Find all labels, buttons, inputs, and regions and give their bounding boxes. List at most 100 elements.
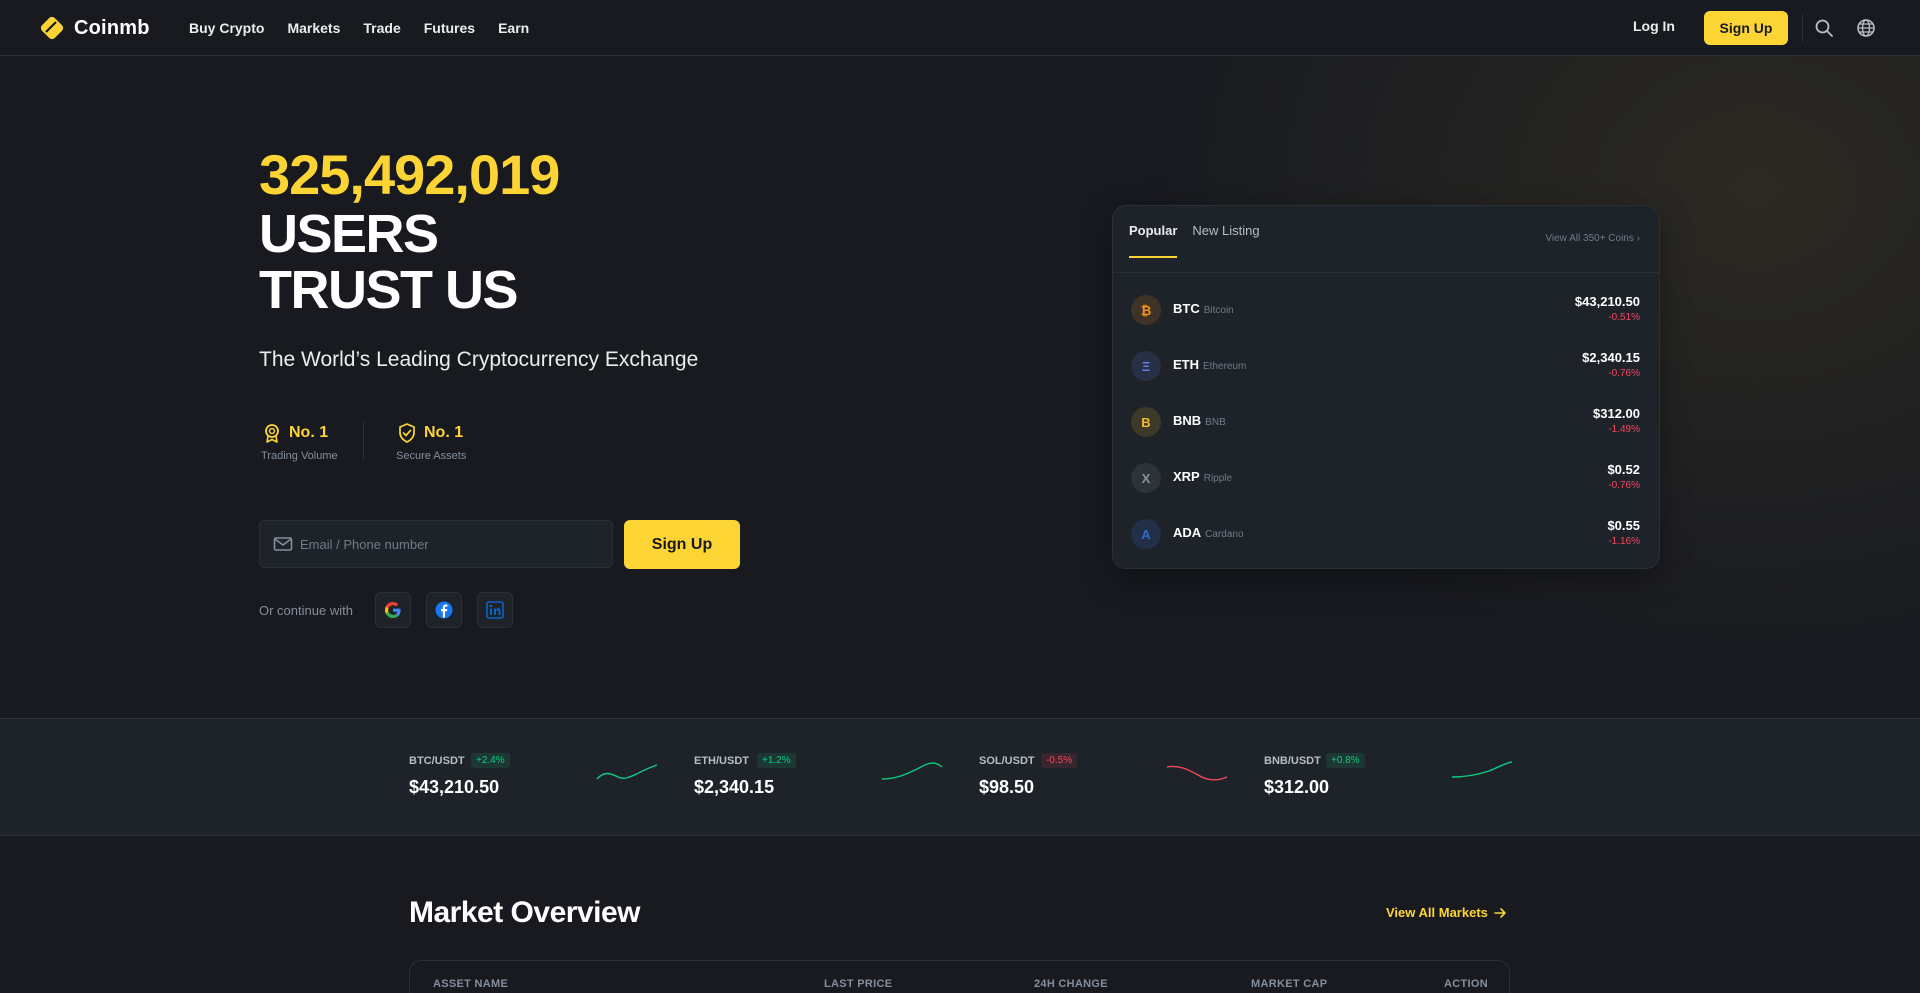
nav-links: Buy Crypto Markets Trade Futures Earn <box>189 0 552 56</box>
coin-name: Ethereum <box>1203 361 1247 372</box>
coin-change: -1.16% <box>1608 536 1640 547</box>
cardano-icon: A <box>1131 519 1161 549</box>
mail-icon <box>272 533 294 555</box>
ticker-price: $2,340.15 <box>694 777 775 797</box>
ticker-sol[interactable]: SOL/USDT -0.5% $98.50 <box>979 753 1229 815</box>
award-caption: Secure Assets <box>396 450 467 462</box>
ethereum-icon: Ξ <box>1131 351 1161 381</box>
tab-new-listing[interactable]: New Listing <box>1192 223 1259 258</box>
ticker-pair: BNB/USDT <box>1264 755 1321 767</box>
coin-name: Bitcoin <box>1203 305 1234 316</box>
arrow-right-icon <box>1494 907 1506 918</box>
coin-change: -0.76% <box>1608 368 1640 379</box>
coin-change: -0.76% <box>1608 480 1640 491</box>
market-table: ASSET NAME LAST PRICE 24H CHANGE MARKET … <box>409 960 1510 993</box>
hero-subtitle: The World’s Leading Cryptocurrency Excha… <box>259 348 699 371</box>
coin-symbol: ETH Ethereum <box>1173 357 1246 372</box>
globe-icon[interactable] <box>1855 17 1877 39</box>
search-icon[interactable] <box>1813 17 1835 39</box>
linkedin-login-button[interactable] <box>477 592 513 628</box>
col-action: ACTION <box>1444 978 1488 990</box>
coin-symbol-text: ETH <box>1173 357 1199 372</box>
coin-symbol-text: BTC <box>1173 301 1200 316</box>
coin-row-xrp[interactable]: X XRP Ripple $0.52 -0.76% <box>1113 449 1659 505</box>
coin-name: Ripple <box>1203 473 1233 484</box>
award-caption: Trading Volume <box>261 450 338 462</box>
coin-change: -1.49% <box>1608 424 1640 435</box>
coin-tabs: Popular New Listing <box>1129 223 1275 258</box>
nav-markets[interactable]: Markets <box>287 20 340 36</box>
coin-name: Cardano <box>1205 529 1244 540</box>
email-input[interactable] <box>300 536 600 552</box>
facebook-icon <box>435 601 453 619</box>
coin-symbol: BNB BNB <box>1173 413 1226 428</box>
col-asset-name[interactable]: ASSET NAME <box>433 978 508 990</box>
ticker-change: +1.2% <box>757 753 796 768</box>
nav-futures[interactable]: Futures <box>424 20 475 36</box>
nav-divider <box>1802 14 1803 42</box>
nav-trade[interactable]: Trade <box>363 20 400 36</box>
ticker-bnb[interactable]: BNB/USDT +0.8% $312.00 <box>1264 753 1514 815</box>
coin-price: $312.00 <box>1593 406 1640 421</box>
ticker-pair: BTC/USDT <box>409 755 465 767</box>
nav-signup-button[interactable]: Sign Up <box>1704 11 1788 45</box>
coin-symbol: ADA Cardano <box>1173 525 1244 540</box>
ticker-eth[interactable]: ETH/USDT +1.2% $2,340.15 <box>694 753 944 815</box>
hero-user-count: 325,492,019 <box>259 143 560 206</box>
brand[interactable]: Coinmb <box>38 14 150 42</box>
coin-price: $0.52 <box>1607 462 1640 477</box>
coin-price: $0.55 <box>1607 518 1640 533</box>
brand-logo-icon <box>38 14 66 42</box>
shield-check-icon <box>396 422 418 444</box>
linkedin-icon <box>486 601 504 619</box>
google-icon <box>385 602 401 618</box>
col-market-cap[interactable]: MARKET CAP <box>1251 978 1327 990</box>
ticker-btc[interactable]: BTC/USDT +2.4% $43,210.50 <box>409 753 659 815</box>
market-overview-title: Market Overview <box>409 896 640 929</box>
coin-symbol: BTC Bitcoin <box>1173 301 1234 316</box>
nav-buy-crypto[interactable]: Buy Crypto <box>189 20 264 36</box>
ticker-change: +0.8% <box>1326 753 1365 768</box>
hero-signup-button[interactable]: Sign Up <box>624 520 740 569</box>
bitcoin-icon: ₿ <box>1131 295 1161 325</box>
chevron-right-icon: › <box>1636 233 1640 244</box>
col-24h-change[interactable]: 24H CHANGE <box>1034 978 1108 990</box>
coin-price: $2,340.15 <box>1582 350 1640 365</box>
coin-symbol-text: ADA <box>1173 525 1202 540</box>
view-all-coins-link[interactable]: View All 350+ Coins › <box>1545 233 1640 244</box>
award-secure-assets: No. 1 Secure Assets <box>396 422 466 462</box>
view-all-markets-link[interactable]: View All Markets <box>1386 905 1507 920</box>
continue-with-label: Or continue with <box>259 603 353 618</box>
top-nav: Coinmb Buy Crypto Markets Trade Futures … <box>0 0 1920 56</box>
coin-row-btc[interactable]: ₿ BTC Bitcoin $43,210.50 -0.51% <box>1113 281 1659 337</box>
ticker-pair: ETH/USDT <box>694 755 749 767</box>
coin-symbol-text: BNB <box>1173 413 1202 428</box>
coin-name: BNB <box>1205 417 1226 428</box>
ticker-change: +2.4% <box>471 753 510 768</box>
award-title: No. 1 <box>289 424 329 441</box>
brand-name: Coinmb <box>74 16 150 39</box>
nav-earn[interactable]: Earn <box>498 20 529 36</box>
col-last-price[interactable]: LAST PRICE <box>824 978 892 990</box>
ticker-price: $98.50 <box>979 777 1035 797</box>
coin-row-eth[interactable]: Ξ ETH Ethereum $2,340.15 -0.76% <box>1113 337 1659 393</box>
hero-title-line2: TRUST US <box>259 260 519 320</box>
ripple-icon: X <box>1131 463 1161 493</box>
coin-row-ada[interactable]: A ADA Cardano $0.55 -1.16% <box>1113 505 1659 561</box>
tab-popular[interactable]: Popular <box>1129 223 1178 258</box>
sparkline-icon <box>881 762 943 780</box>
coin-change: -0.51% <box>1608 312 1640 323</box>
ticker-band: BTC/USDT +2.4% $43,210.50 ETH/USDT +1.2%… <box>0 718 1920 836</box>
coin-row-bnb[interactable]: B BNB BNB $312.00 -1.49% <box>1113 393 1659 449</box>
view-all-markets-label: View All Markets <box>1386 905 1488 920</box>
coin-symbol: XRP Ripple <box>1173 469 1232 484</box>
award-divider <box>363 422 364 460</box>
ticker-change: -0.5% <box>1041 753 1078 768</box>
bnb-icon: B <box>1131 407 1161 437</box>
login-link[interactable]: Log In <box>1633 18 1675 34</box>
ticker-pair: SOL/USDT <box>979 755 1035 767</box>
google-login-button[interactable] <box>375 592 411 628</box>
email-field-box <box>259 520 613 568</box>
sparkline-icon <box>1166 765 1228 781</box>
facebook-login-button[interactable] <box>426 592 462 628</box>
